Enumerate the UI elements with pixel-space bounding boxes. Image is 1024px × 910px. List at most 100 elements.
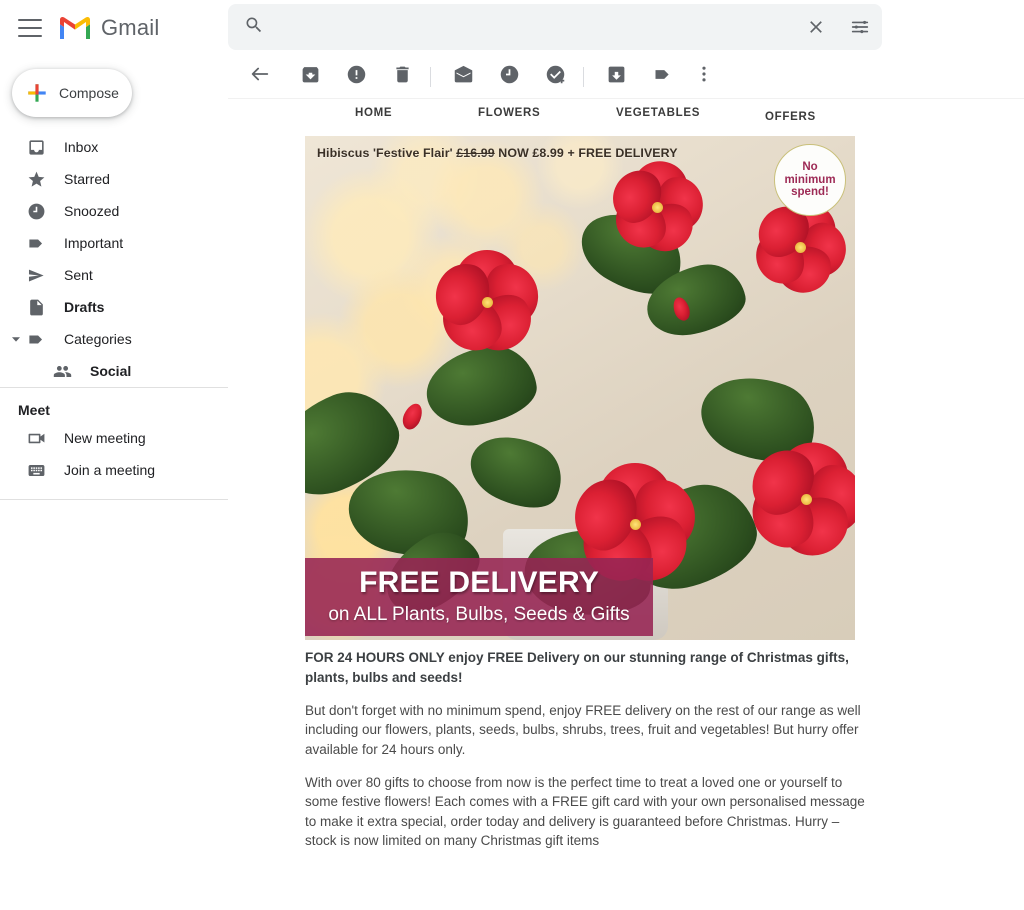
hamburger-icon[interactable] (18, 18, 42, 37)
sidebar-item-label: Starred (64, 171, 110, 187)
clock-icon (26, 201, 46, 221)
plus-icon (28, 84, 46, 102)
arrow-back-icon (249, 63, 271, 90)
email-nav-bar: HOME FLOWERS VEGETABLES OFFERS (228, 99, 1024, 135)
free-delivery-title: FREE DELIVERY (359, 566, 599, 599)
message-toolbar (228, 55, 1024, 99)
sidebar-item-inbox[interactable]: Inbox (0, 131, 228, 163)
labels-button[interactable] (642, 57, 682, 97)
no-minimum-spend-badge: No minimum spend! (774, 144, 846, 216)
badge-line-1: No (802, 161, 818, 174)
lead-paragraph: FOR 24 HOURS ONLY enjoy FREE Delivery on… (305, 650, 849, 685)
add-task-icon (545, 64, 566, 90)
sidebar-item-important[interactable]: Important (0, 227, 228, 259)
email-nav-vegetables[interactable]: VEGETABLES (616, 107, 700, 119)
flower-stamen (630, 519, 641, 531)
label-icon (652, 64, 673, 90)
move-to-button[interactable] (596, 57, 636, 97)
label-important-icon (26, 233, 46, 253)
sidebar-item-drafts[interactable]: Drafts (0, 291, 228, 323)
sidebar-item-snoozed[interactable]: Snoozed (0, 195, 228, 227)
body-paragraph-2: With over 80 gifts to choose from now is… (305, 775, 865, 848)
report-spam-button[interactable] (336, 57, 376, 97)
email-content: HOME FLOWERS VEGETABLES OFFERS Hibiscus … (228, 99, 1024, 910)
snooze-button[interactable] (489, 57, 529, 97)
hero-tagline: Hibiscus 'Festive Flair' £16.99 NOW £8.9… (317, 146, 678, 160)
gmail-wordmark: Gmail (101, 14, 160, 40)
hibiscus-flower (723, 428, 855, 569)
send-icon (26, 265, 46, 285)
inbox-icon (26, 137, 46, 157)
archive-button[interactable] (290, 57, 330, 97)
meet-heading: Meet (18, 402, 50, 418)
more-options-button[interactable] (684, 57, 724, 97)
caret-down-icon[interactable] (6, 333, 26, 345)
sidebar-item-starred[interactable]: Starred (0, 163, 228, 195)
flower-stamen (481, 297, 493, 309)
more-vertical-icon (694, 64, 714, 89)
sidebar-item-label: Social (90, 363, 132, 379)
search-bar[interactable] (228, 4, 882, 50)
top-bar: Gmail (0, 0, 1024, 55)
move-to-inbox-icon (606, 64, 627, 90)
sidebar-item-label: Categories (64, 331, 132, 347)
sidebar-item-label: Sent (64, 267, 93, 283)
mark-unread-icon (453, 64, 474, 90)
flower-stamen (652, 201, 663, 213)
email-body-text: FOR 24 HOURS ONLY enjoy FREE Delivery on… (305, 648, 865, 850)
tagline-old-price: £16.99 (456, 146, 495, 160)
meet-item-label: New meeting (64, 430, 146, 446)
badge-line-3: spend! (791, 186, 829, 199)
sidebar-item-label: Inbox (64, 139, 99, 155)
clock-icon (499, 64, 520, 90)
mark-unread-button[interactable] (443, 57, 483, 97)
free-delivery-subtitle: on ALL Plants, Bulbs, Seeds & Gifts (328, 604, 630, 625)
email-nav-home[interactable]: HOME (355, 107, 392, 119)
add-to-tasks-button[interactable] (535, 57, 575, 97)
sidebar-item-social[interactable]: Social (0, 355, 228, 387)
tagline-suffix: NOW £8.99 + FREE DELIVERY (494, 146, 678, 160)
label-icon (26, 329, 46, 349)
compose-label: Compose (59, 85, 119, 101)
delete-button[interactable] (382, 57, 422, 97)
hibiscus-flower (591, 151, 723, 262)
sidebar: Compose Inbox Starred Snoozed Important … (0, 55, 228, 910)
flower-stamen (800, 493, 812, 505)
compose-button[interactable]: Compose (12, 69, 132, 117)
close-icon[interactable] (794, 5, 838, 49)
meet-item-label: Join a meeting (64, 462, 156, 478)
badge-line-2: minimum (784, 173, 836, 186)
sidebar-item-label: Snoozed (64, 203, 120, 219)
video-camera-icon (26, 428, 46, 448)
back-button[interactable] (240, 57, 280, 97)
meet-new-meeting[interactable]: New meeting (0, 422, 228, 454)
free-delivery-banner: FREE DELIVERY on ALL Plants, Bulbs, Seed… (305, 558, 653, 636)
sidebar-item-label: Drafts (64, 299, 105, 315)
gmail-logo[interactable]: Gmail (58, 15, 159, 41)
hero-image[interactable]: Hibiscus 'Festive Flair' £16.99 NOW £8.9… (305, 136, 855, 640)
hibiscus-flower (410, 237, 564, 368)
sidebar-item-categories[interactable]: Categories (0, 323, 228, 355)
body-paragraph-1: But don't forget with no minimum spend, … (305, 703, 861, 757)
search-options-icon[interactable] (838, 5, 882, 49)
sidebar-item-sent[interactable]: Sent (0, 259, 228, 291)
gmail-m-icon (60, 16, 90, 39)
draft-icon (26, 297, 46, 317)
email-nav-offers[interactable]: OFFERS (765, 111, 816, 123)
keyboard-icon (26, 460, 46, 480)
archive-icon (300, 64, 321, 90)
tagline-prefix: Hibiscus 'Festive Flair' (317, 146, 457, 160)
toolbar-separator-2 (583, 66, 584, 87)
sidebar-divider-bottom (0, 499, 228, 500)
search-icon (244, 15, 264, 40)
toolbar-separator (430, 66, 431, 87)
meet-join-meeting[interactable]: Join a meeting (0, 454, 228, 486)
email-nav-flowers[interactable]: FLOWERS (478, 107, 540, 119)
flower-stamen (795, 241, 806, 253)
report-spam-icon (346, 64, 367, 90)
search-input[interactable] (276, 18, 794, 36)
sidebar-item-label: Important (64, 235, 124, 251)
star-icon (26, 169, 46, 189)
trash-icon (392, 64, 413, 90)
people-icon (52, 361, 72, 381)
